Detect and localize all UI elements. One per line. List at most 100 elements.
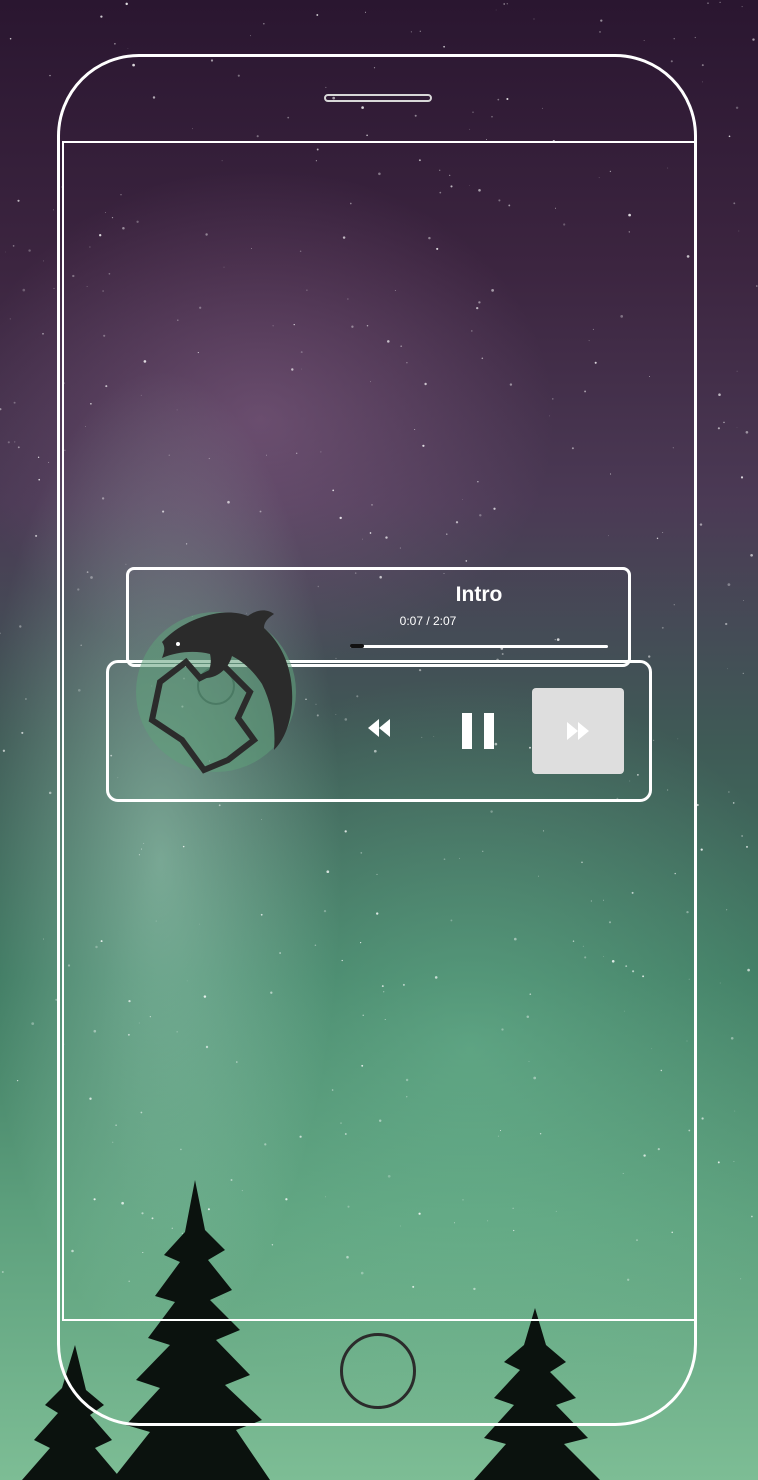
star	[733, 1160, 735, 1163]
star	[700, 848, 703, 851]
star	[719, 982, 721, 984]
star	[42, 260, 44, 262]
star	[702, 81, 703, 83]
star	[13, 401, 16, 404]
star	[443, 45, 445, 48]
track-time: 0:07 / 2:07	[399, 614, 457, 628]
progress-bar[interactable]	[350, 644, 608, 648]
star	[699, 523, 703, 526]
track-title: Intro	[455, 583, 503, 606]
star	[725, 622, 728, 626]
rewind-button[interactable]	[350, 698, 410, 758]
pause-icon	[462, 713, 494, 749]
star	[752, 38, 755, 41]
star	[14, 441, 16, 443]
star	[5, 251, 6, 253]
fast-forward-icon	[567, 722, 589, 740]
star	[419, 30, 421, 32]
star	[727, 583, 731, 586]
star	[0, 632, 1, 635]
star	[643, 40, 645, 41]
star	[100, 15, 103, 18]
star	[31, 1022, 35, 1025]
rewind-icon	[368, 719, 390, 737]
star	[19, 625, 22, 628]
star	[263, 23, 265, 25]
star	[506, 3, 508, 5]
star	[756, 285, 758, 287]
star	[37, 456, 40, 458]
star	[35, 534, 38, 537]
star	[48, 791, 52, 795]
star	[670, 60, 673, 63]
star	[738, 230, 740, 232]
star	[740, 476, 744, 479]
star	[728, 791, 730, 793]
star	[701, 1117, 704, 1120]
star	[410, 31, 412, 33]
progress-fill	[350, 644, 364, 648]
star	[736, 370, 738, 372]
star	[723, 421, 725, 424]
star	[365, 11, 366, 13]
star	[28, 249, 31, 252]
star	[750, 553, 753, 557]
star	[717, 427, 720, 430]
star	[599, 31, 601, 33]
star	[707, 2, 709, 4]
star	[719, 1, 721, 4]
star	[16, 1079, 19, 1082]
star	[42, 332, 44, 335]
star	[9, 318, 11, 320]
star	[125, 2, 128, 6]
star	[24, 698, 27, 700]
star	[21, 731, 24, 734]
star	[694, 36, 696, 39]
star	[751, 1215, 753, 1218]
star	[745, 430, 749, 434]
star	[741, 6, 743, 8]
star	[53, 287, 55, 289]
star	[734, 1110, 736, 1112]
star	[1, 1271, 4, 1273]
star	[600, 19, 603, 22]
star	[718, 393, 721, 396]
star	[747, 968, 750, 972]
pause-button[interactable]	[445, 698, 511, 764]
star	[735, 106, 739, 110]
star	[733, 202, 736, 205]
star	[740, 1278, 742, 1280]
star	[728, 135, 731, 138]
star	[17, 199, 20, 202]
star	[17, 446, 20, 449]
star	[741, 835, 743, 837]
fast-forward-button[interactable]	[532, 688, 624, 774]
star	[742, 672, 744, 675]
star	[53, 209, 54, 211]
star	[127, 48, 129, 49]
star	[7, 441, 10, 444]
star	[732, 802, 735, 804]
star	[12, 245, 15, 247]
speaker-grille	[324, 94, 432, 102]
star	[48, 461, 50, 463]
star	[533, 18, 535, 20]
star	[49, 74, 51, 77]
star	[743, 600, 745, 601]
star	[495, 9, 497, 11]
star	[0, 408, 2, 411]
star	[736, 426, 738, 428]
star	[42, 938, 44, 940]
star	[114, 42, 116, 45]
star	[316, 14, 319, 16]
star	[503, 3, 506, 5]
star	[717, 1161, 720, 1164]
star	[2, 749, 6, 752]
star	[250, 35, 251, 37]
star	[38, 478, 41, 481]
star	[726, 909, 728, 911]
home-button[interactable]	[340, 1333, 416, 1409]
star	[730, 1036, 734, 1040]
star	[701, 64, 704, 67]
star	[726, 668, 728, 670]
